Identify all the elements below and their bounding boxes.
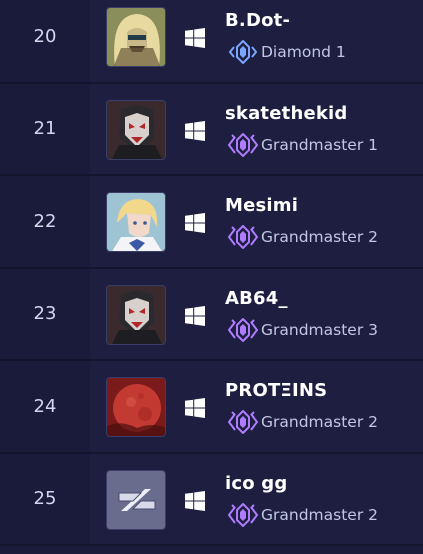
leaderboard-row[interactable]: 21 skatethekid Grandmaster 1 (0, 83, 423, 176)
windows-icon (185, 490, 205, 511)
logo-emblem-icon[interactable] (106, 469, 166, 530)
rank-number: 22 (33, 210, 57, 232)
hero-portrait-icon[interactable] (106, 99, 166, 160)
windows-icon (185, 305, 205, 326)
leaderboard-row[interactable]: 25 ico gg Grandmaster 2 (0, 453, 423, 546)
windows-icon (185, 120, 205, 141)
player-name[interactable]: skatethekid (225, 103, 348, 124)
windows-icon (185, 398, 205, 418)
leaderboard-list: 20 B.Dot- Diamond 1 21 skatethekid Grand… (0, 0, 423, 546)
hero-portrait-icon[interactable] (106, 7, 166, 67)
rank-tier: Grandmaster 2 (261, 228, 378, 246)
rank-number: 25 (33, 488, 57, 510)
hero-portrait-icon[interactable] (106, 284, 166, 345)
windows-icon (185, 213, 205, 233)
hero-portrait-icon[interactable] (106, 192, 166, 252)
rank-cell: 21 (0, 83, 90, 174)
rank-number: 23 (33, 303, 57, 325)
rank-tier: Grandmaster 2 (261, 505, 378, 524)
leaderboard-row[interactable]: 22 Mesimi Grandmaster 2 (0, 176, 423, 269)
leaderboard-row[interactable]: 20 B.Dot- Diamond 1 (0, 0, 423, 84)
leaderboard-row[interactable]: 23 AB64_ Grandmaster 3 (0, 268, 423, 361)
leaderboard-row[interactable]: 24 PROTΞINS Grandmaster 2 (0, 361, 423, 454)
player-name[interactable]: AB64_ (225, 288, 288, 309)
grandmaster-rank-icon (227, 317, 259, 342)
rank-number: 21 (33, 118, 57, 140)
grandmaster-rank-icon (227, 410, 259, 434)
red-moon-icon[interactable] (106, 377, 166, 437)
rank-cell: 24 (0, 361, 90, 452)
rank-tier: Grandmaster 1 (261, 135, 378, 154)
rank-cell: 20 (0, 0, 90, 82)
rank-cell: 22 (0, 176, 90, 267)
rank-tier: Grandmaster 2 (261, 413, 378, 431)
player-name[interactable]: ico gg (225, 473, 287, 494)
player-name[interactable]: PROTΞINS (225, 380, 327, 401)
rank-tier: Grandmaster 3 (261, 320, 378, 339)
player-name[interactable]: B.Dot- (225, 10, 290, 31)
diamond-rank-icon (228, 40, 258, 64)
rank-cell: 25 (0, 453, 90, 544)
rank-number: 20 (33, 25, 57, 47)
rank-tier: Diamond 1 (261, 43, 346, 61)
grandmaster-rank-icon (227, 225, 259, 249)
rank-number: 24 (33, 395, 57, 417)
player-name[interactable]: Mesimi (225, 195, 298, 216)
rank-cell: 23 (0, 268, 90, 359)
windows-icon (185, 28, 205, 48)
grandmaster-rank-icon (227, 502, 259, 527)
grandmaster-rank-icon (227, 132, 259, 157)
